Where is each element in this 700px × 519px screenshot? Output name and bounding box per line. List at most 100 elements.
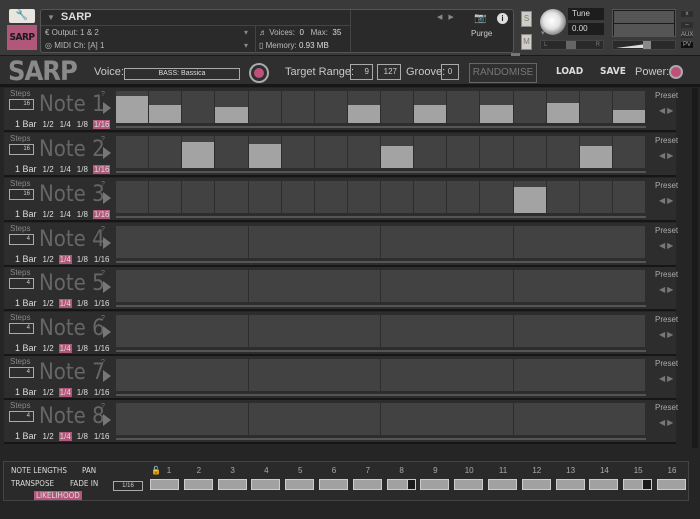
division-option[interactable]: 1/16 xyxy=(93,344,111,353)
step-cell[interactable] xyxy=(579,91,612,123)
play-icon[interactable] xyxy=(103,147,111,159)
max-value[interactable]: 35 xyxy=(332,28,341,37)
step-value-box[interactable] xyxy=(352,479,382,490)
division-option[interactable]: 1/8 xyxy=(76,255,89,264)
step-value-box[interactable] xyxy=(488,479,517,490)
help-icon[interactable]: ? xyxy=(101,91,105,98)
division-option[interactable]: 1/2 xyxy=(42,255,55,264)
preset-next-icon[interactable]: ▶ xyxy=(667,196,675,205)
division-option[interactable]: 1/4 xyxy=(58,299,72,308)
minimize-icon[interactable]: – xyxy=(681,22,693,28)
division-option[interactable]: 1/16 xyxy=(92,165,111,174)
step-cell[interactable] xyxy=(116,270,248,302)
division-option[interactable]: 1/4 xyxy=(58,432,72,441)
step-cell[interactable] xyxy=(347,181,380,213)
step-cell[interactable] xyxy=(215,91,248,123)
preset-arrows[interactable]: ◀▶ xyxy=(659,196,675,205)
step-value-box[interactable] xyxy=(521,479,551,490)
step-cell[interactable] xyxy=(149,91,182,123)
step-cell[interactable] xyxy=(182,181,215,213)
purge-menu[interactable]: Purge xyxy=(471,29,492,38)
step-cell[interactable] xyxy=(612,91,645,123)
step-cell[interactable] xyxy=(149,181,182,213)
preset-arrows[interactable]: ◀▶ xyxy=(659,241,675,250)
division-option[interactable]: 1/8 xyxy=(76,344,89,353)
output-selector[interactable]: € Output: 1 & 2 xyxy=(45,28,99,37)
division-option[interactable]: 1 Bar xyxy=(14,387,38,397)
step-cell[interactable] xyxy=(513,136,546,168)
midi-channel-selector[interactable]: ◎ MIDI Ch: [A] 1 xyxy=(45,41,104,50)
pan-handle[interactable] xyxy=(566,41,576,49)
division-option[interactable]: 1/2 xyxy=(42,344,55,353)
step-cell[interactable] xyxy=(414,181,447,213)
step-value-box[interactable] xyxy=(386,479,416,490)
division-option[interactable]: 1/2 xyxy=(42,210,55,219)
step-cell[interactable] xyxy=(414,136,447,168)
power-button[interactable] xyxy=(669,65,683,79)
scrollbar[interactable] xyxy=(692,88,698,448)
camera-icon[interactable]: 📷 xyxy=(474,13,486,24)
division-option[interactable]: 1/2 xyxy=(42,388,55,397)
preset-prev-icon[interactable]: ◀ xyxy=(659,106,667,115)
step-velocity-bar[interactable] xyxy=(414,105,447,123)
step-velocity-bar[interactable] xyxy=(248,144,281,168)
preset-prev-icon[interactable]: ◀ xyxy=(659,196,667,205)
steps-input[interactable]: 4 xyxy=(9,323,34,334)
step-cell[interactable] xyxy=(612,136,645,168)
step-cell[interactable] xyxy=(480,181,513,213)
steps-input[interactable]: 16 xyxy=(9,99,34,110)
step-cell[interactable] xyxy=(248,270,380,302)
aux-button[interactable]: AUX xyxy=(681,32,693,38)
step-cell[interactable] xyxy=(513,91,546,123)
step-cell[interactable] xyxy=(116,226,248,258)
step-cell[interactable] xyxy=(281,181,314,213)
step-cell[interactable] xyxy=(314,181,347,213)
preset-next-icon[interactable]: ▶ xyxy=(667,418,675,427)
step-cell[interactable] xyxy=(579,136,612,168)
volume-handle[interactable] xyxy=(643,41,651,49)
step-velocity-bar[interactable] xyxy=(381,146,414,168)
load-button[interactable]: LOAD xyxy=(556,66,583,77)
step-cell[interactable] xyxy=(381,91,414,123)
steps-input[interactable]: 16 xyxy=(9,144,34,155)
step-cell[interactable] xyxy=(116,91,149,123)
step-cell[interactable] xyxy=(182,136,215,168)
step-cell[interactable] xyxy=(381,270,513,302)
division-option[interactable]: 1 Bar xyxy=(14,119,38,129)
volume-slider[interactable] xyxy=(612,40,676,50)
step-cell[interactable] xyxy=(116,136,149,168)
step-velocity-bar[interactable] xyxy=(347,105,380,123)
step-cell[interactable] xyxy=(314,91,347,123)
pan-tab[interactable]: PAN xyxy=(82,466,96,475)
play-icon[interactable] xyxy=(103,326,111,338)
step-value-box[interactable] xyxy=(589,479,619,490)
step-velocity-bar[interactable] xyxy=(579,146,612,168)
division-option[interactable]: 1/8 xyxy=(76,210,89,219)
step-cell[interactable] xyxy=(149,136,182,168)
step-cell[interactable] xyxy=(381,136,414,168)
step-cell[interactable] xyxy=(480,91,513,123)
preset-next-icon[interactable]: ▶ xyxy=(667,330,675,339)
step-cell[interactable] xyxy=(513,359,645,391)
division-option[interactable]: 1/16 xyxy=(93,299,111,308)
tune-knob[interactable] xyxy=(540,9,566,35)
step-cell[interactable] xyxy=(381,315,513,347)
step-cell[interactable] xyxy=(248,315,380,347)
record-button[interactable] xyxy=(249,63,269,83)
division-option[interactable]: 1 Bar xyxy=(14,209,38,219)
step-cell[interactable] xyxy=(281,91,314,123)
division-option[interactable]: 1 Bar xyxy=(14,254,38,264)
division-option[interactable]: 1/8 xyxy=(76,432,89,441)
preset-prev-icon[interactable]: ◀ xyxy=(659,374,667,383)
help-icon[interactable]: ? xyxy=(101,136,105,143)
step-cell[interactable] xyxy=(215,181,248,213)
randomise-button[interactable]: RANDOMISE xyxy=(469,63,537,83)
pv-button[interactable]: PV xyxy=(681,42,693,48)
step-cell[interactable] xyxy=(314,136,347,168)
length-selector[interactable]: 1/16 xyxy=(113,481,143,491)
preset-arrows[interactable]: ◀▶ xyxy=(659,374,675,383)
step-cell[interactable] xyxy=(281,136,314,168)
step-cell[interactable] xyxy=(381,359,513,391)
step-cell[interactable] xyxy=(513,315,645,347)
pan-slider[interactable]: LR xyxy=(540,40,604,50)
